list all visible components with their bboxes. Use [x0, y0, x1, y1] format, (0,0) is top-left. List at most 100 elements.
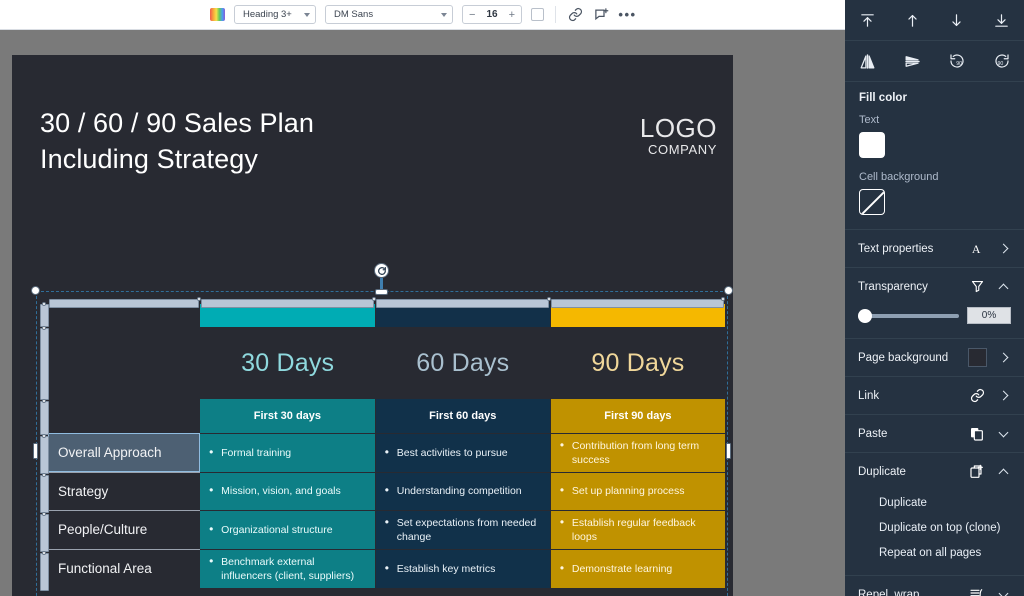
send-to-back-icon[interactable] [979, 0, 1024, 40]
link-icon [967, 388, 987, 403]
bullet-text: Set up planning process [559, 483, 717, 498]
chevron-down-icon [995, 588, 1011, 596]
right-sidebar: 90 90 Fill color Text Cell background Te… [845, 0, 1024, 596]
row-grip-accent[interactable] [40, 304, 49, 327]
transparency-slider[interactable] [858, 308, 959, 323]
table-selection-group[interactable]: 30 Days 60 Days 90 Days First 30 days Fi… [31, 263, 733, 596]
cell-overall-60[interactable]: Best activities to pursue [375, 432, 551, 472]
days-header-30[interactable]: 30 Days [200, 327, 375, 399]
rotate-icon[interactable] [374, 263, 389, 278]
cell-people-60[interactable]: Set expectations from needed change [375, 509, 551, 549]
cell-overall-30[interactable]: Formal training [200, 432, 376, 472]
font-size-decrease-button[interactable]: − [469, 9, 475, 21]
column-grip-4[interactable] [551, 299, 724, 308]
flip-horizontal-icon[interactable] [845, 41, 890, 81]
subheader-90[interactable]: First 90 days [550, 399, 727, 433]
resize-handle-left[interactable] [33, 443, 38, 459]
duplicate-menu-item-duplicate[interactable]: Duplicate [845, 490, 1024, 515]
row-label-people-culture[interactable]: People/Culture [48, 509, 201, 549]
cell-people-90[interactable]: Establish regular feedback loops [550, 509, 727, 549]
rotate-right-90-icon[interactable]: 90 [979, 41, 1024, 81]
subheader-60[interactable]: First 60 days [375, 399, 551, 433]
canvas-area[interactable]: 30 / 60 / 90 Sales Plan Including Strate… [0, 30, 845, 596]
resize-handle-tl[interactable] [31, 286, 40, 295]
font-a-icon: A [967, 241, 987, 256]
bullet-text: Set expectations from needed change [384, 515, 542, 544]
paste-row[interactable]: Paste [845, 415, 1024, 452]
duplicate-menu-item-repeat-all-pages[interactable]: Repeat on all pages [845, 540, 1024, 565]
row-label-strategy[interactable]: Strategy [48, 471, 201, 510]
page-background-row[interactable]: Page background [845, 339, 1024, 376]
days-header-60[interactable]: 60 Days [375, 327, 550, 399]
cell-functional-30[interactable]: Benchmark external influencers (client, … [200, 548, 376, 588]
resize-handle-tr[interactable] [724, 286, 733, 295]
page-bg-swatch[interactable] [967, 348, 987, 367]
grip-dot [721, 297, 725, 301]
slide-title[interactable]: 30 / 60 / 90 Sales Plan Including Strate… [40, 105, 314, 177]
comment-icon[interactable] [593, 6, 610, 23]
style-gradient-icon[interactable] [210, 8, 225, 21]
text-color-swatch[interactable] [859, 132, 885, 158]
row-grip-3[interactable] [40, 514, 49, 552]
flip-vertical-icon[interactable] [890, 41, 935, 81]
column-grip-1[interactable] [49, 299, 199, 308]
link-row[interactable]: Link [845, 377, 1024, 414]
duplicate-row[interactable]: Duplicate [845, 453, 1024, 490]
row-grip-4[interactable] [40, 553, 49, 591]
text-color-swatch[interactable] [531, 8, 544, 21]
row-label-overall-approach[interactable]: Overall Approach [48, 432, 201, 472]
column-grip-2[interactable] [201, 299, 374, 308]
table-days-row: 30 Days 60 Days 90 Days [48, 327, 726, 399]
duplicate-menu-item-clone[interactable]: Duplicate on top (clone) [845, 515, 1024, 540]
cell-strategy-30[interactable]: Mission, vision, and goals [200, 471, 376, 510]
logo-placeholder[interactable]: LOGO COMPANY [640, 115, 717, 158]
slide-canvas[interactable]: 30 / 60 / 90 Sales Plan Including Strate… [12, 55, 733, 596]
grip-dot [42, 512, 46, 516]
cell-functional-60[interactable]: Establish key metrics [375, 548, 551, 588]
rotation-nub[interactable] [375, 289, 388, 295]
font-size-value[interactable]: 16 [486, 9, 497, 20]
cell-background-swatch[interactable] [859, 189, 885, 215]
svg-text:90: 90 [956, 61, 962, 67]
duplicate-label: Duplicate [858, 465, 906, 478]
resize-handle-right[interactable] [726, 443, 731, 459]
row-grip-sub[interactable] [40, 401, 49, 435]
cell-functional-90[interactable]: Demonstrate learning [550, 548, 727, 588]
link-icon[interactable] [567, 6, 584, 23]
font-size-stepper[interactable]: − 16 + [462, 5, 522, 24]
transparency-value[interactable]: 0% [967, 307, 1011, 324]
cell-strategy-60[interactable]: Understanding competition [375, 471, 551, 510]
font-size-increase-button[interactable]: + [509, 9, 515, 21]
chevron-right-icon [995, 243, 1011, 254]
send-backward-icon[interactable] [935, 0, 980, 40]
paragraph-style-select[interactable]: Heading 3+ [234, 5, 316, 24]
transparency-row[interactable]: Transparency [845, 268, 1024, 305]
cell-overall-90[interactable]: Contribution from long term success [550, 432, 727, 472]
more-options-icon[interactable]: ••• [618, 6, 636, 23]
row-grip-2[interactable] [40, 475, 49, 513]
toolbar-divider [555, 6, 556, 23]
text-wrap-icon [967, 587, 987, 596]
cell-people-30[interactable]: Organizational structure [200, 509, 376, 549]
row-label-functional-area[interactable]: Functional Area [48, 548, 201, 588]
bring-forward-icon[interactable] [890, 0, 935, 40]
transparency-slider-row[interactable]: 0% [845, 305, 1024, 338]
slider-knob[interactable] [858, 308, 872, 323]
repel-wrap-row[interactable]: Repel, wrap [845, 576, 1024, 596]
cell-strategy-90[interactable]: Set up planning process [550, 471, 727, 510]
chevron-down-icon [995, 427, 1011, 437]
rotate-left-90-icon[interactable]: 90 [935, 41, 980, 81]
plan-table[interactable]: 30 Days 60 Days 90 Days First 30 days Fi… [48, 304, 727, 588]
text-properties-row[interactable]: Text properties A [845, 230, 1024, 267]
bullet-text: Understanding competition [384, 483, 542, 498]
days-header-90[interactable]: 90 Days [550, 327, 725, 399]
chevron-up-icon [995, 467, 1011, 478]
row-grip-1[interactable] [40, 436, 49, 474]
repel-wrap-label: Repel, wrap [858, 588, 920, 596]
grip-dot [42, 473, 46, 477]
subheader-30[interactable]: First 30 days [200, 399, 376, 433]
font-family-select[interactable]: DM Sans [325, 5, 453, 24]
bring-to-front-icon[interactable] [845, 0, 890, 40]
column-grip-3[interactable] [376, 299, 549, 308]
row-grip-days[interactable] [40, 328, 49, 400]
